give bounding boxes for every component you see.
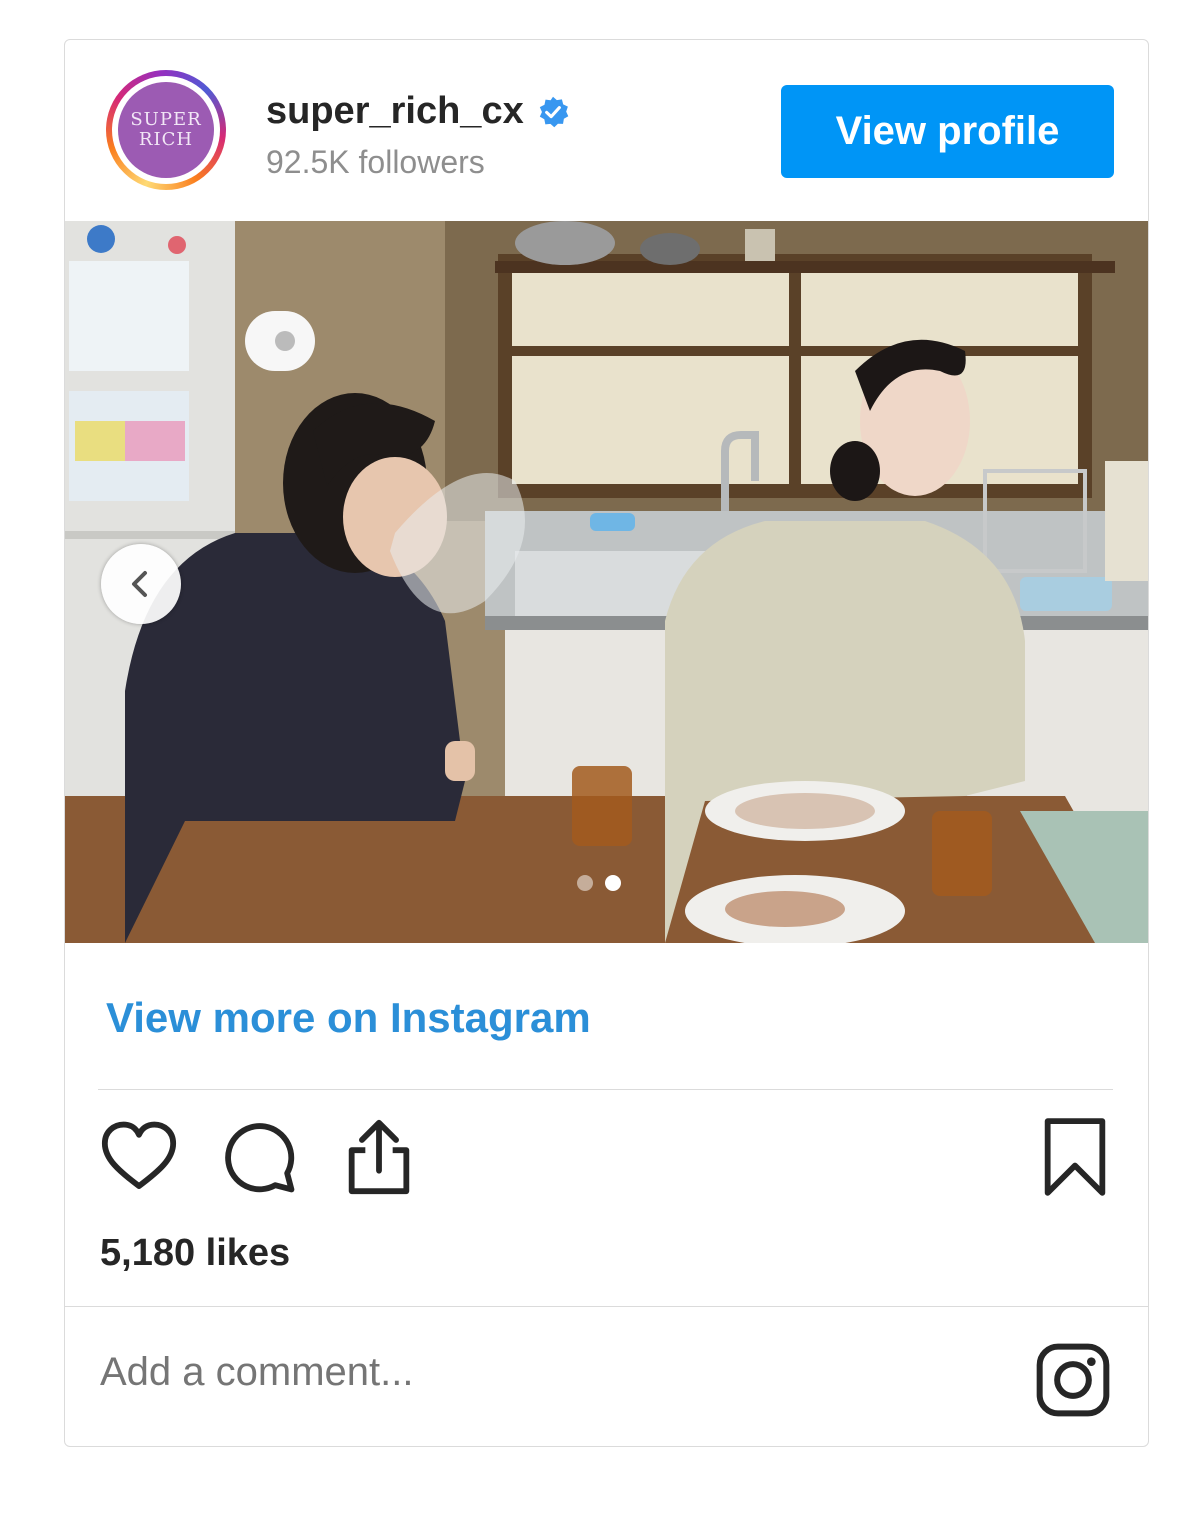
post-image[interactable] [65,221,1148,943]
carousel-previous-button[interactable] [101,544,181,624]
like-count: 5,180 likes [100,1232,291,1274]
avatar-frame: SUPER RICH [112,76,220,184]
avatar[interactable]: SUPER RICH [118,82,214,178]
chevron-left-icon [132,571,147,597]
post-header: SUPER RICH super_rich_cx 92.5K followers… [65,40,1148,221]
view-more-on-instagram-link[interactable]: View more on Instagram [106,994,591,1042]
bookmark-icon[interactable] [1036,1116,1114,1198]
avatar-ring[interactable]: SUPER RICH [106,70,226,190]
divider [98,1089,1113,1090]
username[interactable]: super_rich_cx [266,90,524,133]
verified-badge-icon [539,96,569,127]
username-row: super_rich_cx [266,90,570,133]
kitchen-scene-image [65,221,1148,943]
avatar-text-top: SUPER [130,109,202,130]
instagram-icon[interactable] [1033,1340,1113,1420]
view-profile-button[interactable]: View profile [781,85,1114,178]
comment-icon[interactable] [218,1116,300,1198]
action-bar [98,1116,1113,1206]
divider [65,1306,1148,1307]
share-icon[interactable] [338,1116,420,1198]
instagram-embed-card: SUPER RICH super_rich_cx 92.5K followers… [64,39,1149,1447]
follower-count: 92.5K followers [266,144,485,180]
carousel-dot-1 [577,875,593,891]
carousel-dot-2-active [605,875,621,891]
carousel-indicator [577,875,621,891]
comment-input[interactable] [100,1350,980,1395]
heart-icon[interactable] [98,1116,180,1198]
avatar-text-bottom: RICH [138,129,194,150]
